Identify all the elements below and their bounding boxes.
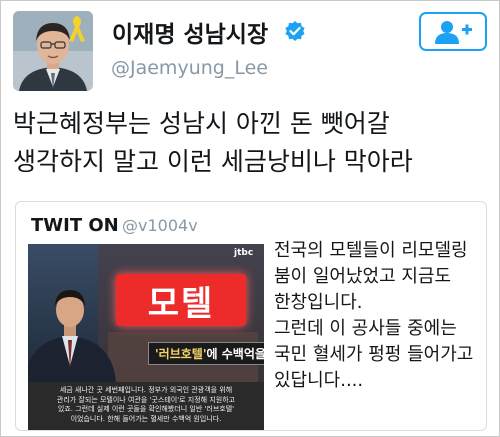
quoted-text-line: 그런데 이 공사들 중에는: [274, 318, 457, 339]
author-handle[interactable]: @Jaemyung_Lee: [111, 57, 268, 79]
news-subtitle: 세금 새나간 곳 세번째입니다. 정부가 외국인 관광객을 위해 관리가 잘되는…: [28, 382, 264, 430]
tweet-card: 이재명 성남시장 @Jaemyung_Lee 박근혜정부는 성남시 아낀 돈 뺏…: [0, 0, 500, 437]
verified-badge-icon: [284, 20, 306, 42]
person-avatar-icon: [13, 11, 93, 91]
news-caption-highlight: '러브호텔': [155, 347, 207, 361]
tweet-text-line: 박근혜정부는 성남시 아낀 돈 뺏어갈: [13, 109, 390, 138]
quoted-author-name: TWIT ON: [31, 215, 119, 236]
tweet-text-line: 생각하지 말고 이런 세금낭비나 막아라: [13, 147, 413, 176]
news-caption: '러브호텔'에 수백억을?: [148, 342, 264, 365]
news-subtitle-line: 이었습니다. 한해 들어가는 혈세만 수백억 원입니다.: [70, 414, 222, 423]
tweet-text: 박근혜정부는 성남시 아낀 돈 뺏어갈 생각하지 말고 이런 세금낭비나 막아라: [13, 105, 491, 181]
quoted-text-line: 붐이 일어났었고 지금도: [274, 266, 452, 287]
avatar[interactable]: [13, 11, 93, 91]
news-caption-text: 에 수백억을?: [206, 347, 264, 361]
quoted-author-handle: @v1004v: [122, 216, 198, 235]
motel-sign: 모텔: [116, 274, 246, 326]
quoted-text-line: 있답니다....: [274, 370, 364, 391]
news-screenshot-image[interactable]: 모텔 jtbc '러브호텔'에 수백억을? 세금 새나간 곳 세번째입니다. 정…: [28, 244, 264, 430]
network-logo: jtbc: [234, 248, 254, 258]
quoted-text-line: 전국의 모텔들이 리모델링: [274, 240, 468, 261]
news-subtitle-line: 있죠. 그런데 실제 이런 곳들을 확인해봤더니 일반 '러브호텔': [57, 405, 235, 413]
quoted-tweet-text: 전국의 모텔들이 리모델링 붐이 일어났었고 지금도 한창입니다. 그런데 이 …: [274, 238, 484, 394]
quoted-text-line: 국민 혈세가 펑펑 들어가고: [274, 344, 474, 365]
follow-user-plus-icon: [435, 20, 472, 44]
author-name[interactable]: 이재명 성남시장: [112, 15, 268, 49]
quoted-tweet[interactable]: TWIT ON @v1004v 모텔 jtbc '러브호텔'에 수백억 세금 새…: [15, 201, 487, 431]
news-subtitle-line: 관리가 잘되는 모텔이나 여관을 '굿스테이'로 지정해 지원하고: [56, 395, 236, 404]
follow-button[interactable]: [419, 12, 487, 51]
news-subtitle-line: 세금 새나간 곳 세번째입니다. 정부가 외국인 관광객을 위해: [59, 386, 233, 394]
quoted-text-line: 한창입니다.: [274, 292, 363, 313]
